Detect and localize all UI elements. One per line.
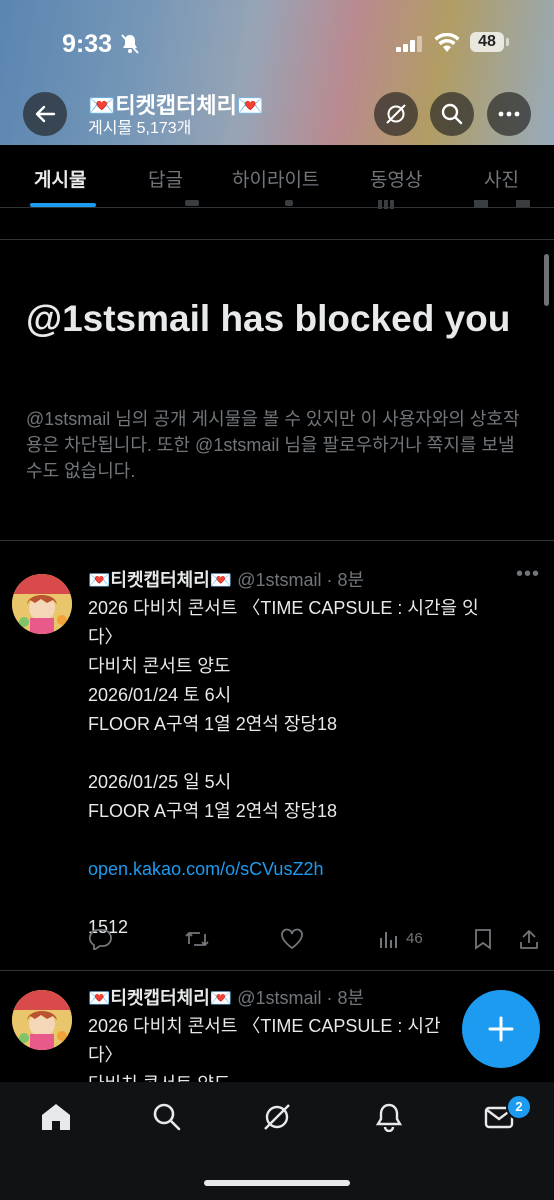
blocked-title: @1stsmail has blocked you [26, 298, 511, 339]
profile-header: 9:33 48 💌티켓캡터체리💌 게시물 5,173개 [0, 0, 554, 145]
nav-search[interactable] [152, 1102, 182, 1137]
tweet-meta: @1stsmail · 8분 [237, 570, 365, 590]
tweet-link[interactable]: open.kakao.com/o/sCVusZ2h [88, 855, 544, 884]
tab-photos[interactable]: 사진 [484, 165, 519, 192]
tweet-line: 다〉 [88, 627, 123, 647]
tweet-meta: @1stsmail · 8분 [237, 988, 365, 1008]
tweet-more-button[interactable]: ••• [516, 563, 540, 586]
tweet-line: 다비치 콘서트 양도 [88, 656, 231, 676]
tweet-actions: 46 [88, 928, 544, 952]
nav-home[interactable] [40, 1102, 72, 1137]
tweet-text: 2026 다비치 콘서트 〈TIME CAPSULE : 시간을 잇 다〉 다비… [88, 594, 544, 942]
tab-highlights[interactable]: 하이라이트 [232, 165, 319, 192]
nav-grok[interactable] [262, 1102, 292, 1137]
tweet-line: FLOOR A구역 1열 2연석 장당18 [88, 714, 337, 734]
tweet-author-name[interactable]: 💌티켓캡터체리💌 [88, 570, 232, 590]
battery-indicator: 48 [470, 32, 504, 52]
scrolled-action-row [0, 200, 554, 218]
retweet-button[interactable] [184, 928, 210, 955]
like-icon [281, 928, 303, 950]
tab-replies[interactable]: 답글 [148, 165, 183, 192]
reply-icon [88, 929, 112, 952]
tweet-line [88, 826, 544, 855]
back-icon [35, 105, 56, 123]
tweet-header: 💌티켓캡터체리💌 @1stsmail · 8분 [88, 984, 364, 1010]
search-icon [441, 103, 463, 125]
grok-icon [386, 104, 406, 124]
reply-button[interactable] [88, 928, 112, 955]
status-time: 9:33 [62, 30, 113, 58]
tab-videos[interactable]: 동영상 [370, 165, 422, 192]
search-icon [153, 1103, 181, 1131]
compose-button[interactable] [462, 990, 540, 1068]
like-button[interactable] [280, 928, 304, 955]
tweet-line: FLOOR A구역 1열 2연석 장당18 [88, 801, 337, 821]
avatar[interactable] [12, 990, 72, 1050]
cellular-signal-icon [396, 36, 424, 57]
messages-badge: 2 [506, 1094, 532, 1120]
avatar[interactable] [12, 574, 72, 634]
more-options-button[interactable] [487, 92, 531, 136]
back-button[interactable] [23, 92, 67, 136]
status-bar: 9:33 48 [0, 0, 554, 88]
tweet-line: 2026 다비치 콘서트 〈TIME CAPSULE : 시간을 잇 [88, 598, 479, 618]
tweet-author-name[interactable]: 💌티켓캡터체리💌 [88, 988, 232, 1008]
grok-button[interactable] [374, 92, 418, 136]
tweet-line [88, 884, 544, 913]
battery-tip [506, 38, 509, 46]
share-icon [520, 930, 538, 949]
tweet-line: 2026/01/25 일 5시 [88, 772, 232, 792]
home-indicator [204, 1180, 350, 1186]
tab-posts[interactable]: 게시물 [34, 165, 86, 192]
notifications-icon [375, 1103, 403, 1133]
bell-off-icon [120, 33, 140, 60]
bookmark-button[interactable] [474, 928, 492, 955]
share-button[interactable] [518, 928, 540, 955]
retweet-icon [185, 932, 209, 946]
post-count: 게시물 5,173개 [88, 120, 192, 137]
views-icon [380, 932, 397, 948]
views-button[interactable] [378, 928, 400, 955]
grok-icon [264, 1104, 290, 1130]
compose-icon [488, 1016, 514, 1042]
scrollbar[interactable] [544, 254, 549, 306]
divider [0, 970, 554, 971]
wifi-icon [434, 32, 460, 58]
more-icon [498, 111, 520, 117]
profile-tabs: 게시물 답글 하이라이트 동영상 사진 [0, 145, 554, 208]
tweet-line: 2026/01/24 토 6시 [88, 685, 232, 705]
blocked-description: @1stsmail 님의 공개 게시물을 볼 수 있지만 이 사용자와의 상호작… [26, 409, 520, 481]
divider [0, 239, 554, 240]
tweet-line: 다비치 콘서트 양도 [88, 1070, 544, 1082]
tweet-header: 💌티켓캡터체리💌 @1stsmail · 8분 [88, 566, 364, 592]
home-icon [42, 1104, 70, 1130]
search-button[interactable] [430, 92, 474, 136]
views-count: 46 [406, 930, 423, 947]
nav-notifications[interactable] [374, 1102, 404, 1137]
bookmark-icon [475, 929, 491, 950]
divider [0, 540, 554, 541]
tweet-line [88, 739, 544, 768]
